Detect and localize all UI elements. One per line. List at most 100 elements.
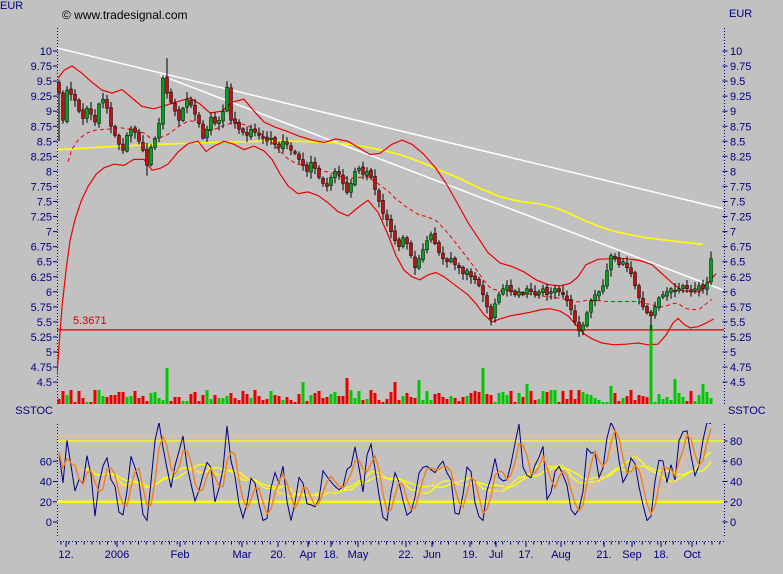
- candle-down: [258, 133, 261, 135]
- candle-down: [78, 100, 81, 111]
- candle-down: [62, 93, 65, 120]
- volume-bar: [306, 401, 309, 404]
- candle-down: [122, 144, 125, 150]
- volume-bar: [478, 392, 481, 404]
- volume-bar: [146, 401, 149, 404]
- price-tick-label-left: 9: [46, 106, 52, 118]
- price-tick-label-right: 9.25: [730, 91, 751, 103]
- volume-bar: [290, 400, 293, 404]
- volume-bar: [570, 390, 573, 404]
- candle-up: [154, 138, 157, 147]
- volume-bar: [318, 391, 321, 404]
- candle-down: [614, 256, 617, 258]
- volume-bar: [638, 395, 641, 404]
- volume-bar: [322, 398, 325, 404]
- volume-bar: [430, 400, 433, 404]
- copyright-text: © www.tradesignal.com: [62, 8, 188, 22]
- candle-down: [618, 258, 621, 265]
- candle-down: [134, 128, 137, 132]
- volume-bar: [482, 368, 485, 404]
- candle-down: [434, 233, 437, 243]
- volume-bar: [190, 394, 193, 404]
- trendline: [57, 48, 723, 209]
- time-tick-label: 17.: [518, 549, 533, 561]
- candle-down: [174, 103, 177, 111]
- candle-up: [666, 292, 669, 296]
- volume-bar: [706, 392, 709, 404]
- volume-bar: [490, 395, 493, 404]
- volume-bar: [402, 396, 405, 404]
- price-tick-label-right: 5.75: [730, 302, 751, 314]
- candle-down: [302, 160, 305, 166]
- time-tick-label: 21.: [596, 549, 611, 561]
- stoch-tick-label-right: 40: [730, 477, 742, 489]
- candle-up: [598, 292, 601, 296]
- candle-up: [610, 256, 613, 270]
- candle-down: [94, 115, 97, 122]
- volume-bar: [342, 396, 345, 404]
- volume-bar: [678, 393, 681, 404]
- candle-down: [446, 259, 449, 262]
- volume-bar: [166, 368, 169, 404]
- candle-up: [678, 289, 681, 291]
- volume-bar: [58, 399, 61, 404]
- volume-bar: [702, 384, 705, 404]
- candle-up: [554, 289, 557, 293]
- volume-bar: [470, 393, 473, 404]
- volume-bar: [530, 391, 533, 404]
- volume-bar: [142, 396, 145, 404]
- price-tick-label-left: 6: [46, 287, 52, 299]
- volume-bar: [710, 398, 713, 404]
- candle-up: [654, 307, 657, 315]
- candle-down: [254, 129, 257, 132]
- price-tick-label-left: 8.5: [37, 136, 52, 148]
- volume-bar: [426, 391, 429, 404]
- price-tick-label-left: 10: [40, 46, 52, 58]
- candle-up: [422, 250, 425, 260]
- volume-bar: [182, 401, 185, 404]
- volume-bar: [186, 401, 189, 404]
- candle-up: [218, 120, 221, 123]
- candle-down: [306, 165, 309, 171]
- candle-down: [338, 171, 341, 174]
- candle-down: [566, 296, 569, 301]
- candle-up: [66, 90, 69, 122]
- price-tick-label-right: 10: [730, 46, 742, 58]
- candle-down: [522, 293, 525, 295]
- volume-bar: [302, 382, 305, 404]
- stoch-tick-label-right: 60: [730, 456, 742, 468]
- volume-bar: [62, 391, 65, 404]
- volume-bar: [454, 398, 457, 404]
- candle-down: [382, 200, 385, 213]
- candle-down: [558, 289, 561, 292]
- volume-bar: [330, 394, 333, 404]
- price-axis-unit-right: EUR: [729, 8, 752, 20]
- volume-bar: [514, 402, 517, 404]
- time-tick-label: 2006: [105, 549, 129, 561]
- volume-bar: [394, 382, 397, 404]
- candle-up: [502, 289, 505, 294]
- candle-down: [138, 132, 141, 141]
- candle-down: [146, 149, 149, 165]
- price-panel: [57, 48, 723, 375]
- volume-bar: [270, 391, 273, 404]
- candle-up: [222, 111, 225, 121]
- volume-bar: [458, 401, 461, 404]
- stochastic-title-left: SSTOC: [0, 405, 53, 417]
- volume-bar: [310, 395, 313, 404]
- candle-down: [110, 108, 113, 127]
- time-tick-label: Apr: [299, 549, 316, 561]
- candle-down: [482, 286, 485, 295]
- volume-bar: [154, 392, 157, 404]
- candle-down: [262, 137, 265, 139]
- candle-wicks: [59, 58, 711, 337]
- volume-bar: [582, 392, 585, 404]
- price-tick-label-right: 9.75: [730, 61, 751, 73]
- candle-down: [646, 307, 649, 313]
- volume-bar: [226, 396, 229, 404]
- volume-bar: [194, 392, 197, 404]
- time-tick-label: Jun: [423, 549, 441, 561]
- candle-up: [658, 298, 661, 308]
- volume-bar: [486, 394, 489, 404]
- volume-bar: [422, 400, 425, 404]
